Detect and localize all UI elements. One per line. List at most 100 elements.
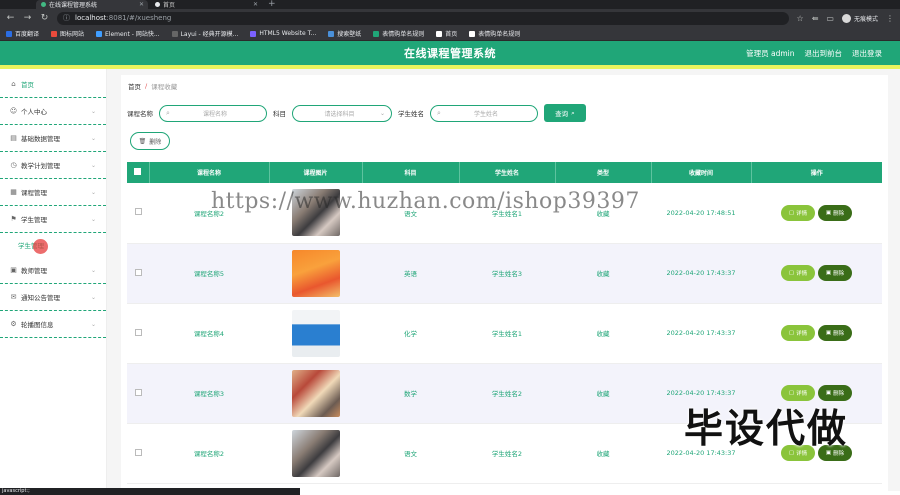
course-image-cell xyxy=(269,243,362,304)
trash-icon: ▣ xyxy=(825,330,832,336)
course-icon: ▦ xyxy=(10,188,17,196)
col-course-name: 课程名称 xyxy=(149,162,270,183)
profile-button[interactable]: 无痕模式 xyxy=(841,13,878,23)
row-checkbox[interactable] xyxy=(134,268,142,276)
detail-label: 详情 xyxy=(796,451,808,457)
subject-cell: 语文 xyxy=(362,423,459,484)
detail-button[interactable]: ▢ 详情 xyxy=(781,204,815,221)
bookmark-item[interactable]: 搜索壁纸 xyxy=(328,29,361,38)
select-all-checkbox[interactable] xyxy=(134,168,142,175)
course-thumbnail[interactable] xyxy=(291,249,340,297)
bookmark-label: HTML5 Website T... xyxy=(259,30,317,37)
detail-button[interactable]: ▢ 详情 xyxy=(781,445,815,461)
detail-button[interactable]: ▢ 详情 xyxy=(781,325,815,341)
breadcrumb-home[interactable]: 首页 xyxy=(128,81,141,91)
tab-title: 首页 xyxy=(163,2,176,9)
forward-icon[interactable]: → xyxy=(23,13,32,23)
address-bar[interactable]: ⓘ localhost:8081/#/xuesheng xyxy=(57,11,789,25)
student-name-label: 学生姓名 xyxy=(398,110,424,118)
new-tab-icon[interactable]: + xyxy=(268,0,276,9)
reload-icon[interactable]: ↻ xyxy=(40,13,49,23)
home-site-icon xyxy=(436,30,443,37)
wallpaper-icon xyxy=(328,30,335,37)
student-name-input[interactable]: ⌕ 学生姓名 xyxy=(430,104,538,122)
course-name-placeholder: 课程名称 xyxy=(202,110,227,118)
query-button[interactable]: 查询 ⌕ xyxy=(544,104,586,122)
database-icon: ▤ xyxy=(10,134,17,142)
sidebar-item-label: 个人中心 xyxy=(21,108,47,116)
back-to-front-link[interactable]: 退出到前台 xyxy=(805,48,843,59)
sidebar-item-label: 轮播图信息 xyxy=(21,321,54,329)
detail-button[interactable]: ▢ 详情 xyxy=(781,265,815,281)
sidebar-item-database[interactable]: ▤ 基础数据管理 ⌄ xyxy=(0,125,106,152)
chevron-down-icon: ⌄ xyxy=(90,107,96,115)
select-cell xyxy=(127,243,149,304)
student-name-cell: 学生姓名1 xyxy=(459,183,555,244)
student-name-placeholder: 学生姓名 xyxy=(473,110,498,118)
delete-label: 删除 xyxy=(833,451,845,457)
course-thumbnail[interactable] xyxy=(291,429,340,477)
star-icon[interactable]: ☆ xyxy=(797,14,804,23)
bookmark-item[interactable]: 百度翻译 xyxy=(6,29,39,38)
subject-select[interactable]: 请选择科目 ⌄ xyxy=(292,104,392,122)
bookmark-item[interactable]: Element - 网站快... xyxy=(96,29,160,38)
info-icon[interactable]: ⓘ xyxy=(63,13,70,23)
course-image-cell xyxy=(269,303,362,364)
col-student-name: 学生姓名 xyxy=(459,162,556,183)
sidebar-item-carousel[interactable]: ⚙ 轮播图信息 ⌄ xyxy=(0,311,106,338)
browser-tab[interactable]: 首页 ✕ xyxy=(150,0,262,9)
flag-icon: ⚑ xyxy=(10,215,17,223)
extension-icon[interactable]: ⇚ xyxy=(812,14,819,23)
row-checkbox[interactable] xyxy=(134,208,142,216)
course-thumbnail[interactable] xyxy=(291,309,340,357)
course-name-cell: 课程名称3 xyxy=(149,363,269,424)
logout-link[interactable]: 退出登录 xyxy=(852,48,882,59)
table-row: 课程名称2 语文 学生姓名1 收藏 2022-04-20 17:48:51 ▢ 详情 ▣ 删除 xyxy=(127,183,882,244)
back-icon[interactable]: ← xyxy=(6,13,15,23)
chevron-down-icon: ⌄ xyxy=(90,320,96,328)
breadcrumb-current: 课程收藏 xyxy=(151,83,178,91)
bookmark-item[interactable]: 表情购单名规则 xyxy=(373,29,424,38)
course-thumbnail[interactable] xyxy=(291,369,340,417)
menu-icon[interactable]: ⋮ xyxy=(886,14,894,23)
bookmark-label: 表情购单名规则 xyxy=(382,31,425,38)
delete-button[interactable]: ▣ 删除 xyxy=(818,325,852,341)
layui-icon xyxy=(171,30,178,37)
select-cell xyxy=(127,363,149,424)
subject-placeholder: 请选择科目 xyxy=(324,110,355,118)
student-name-cell: 学生姓名2 xyxy=(459,363,555,424)
bookmark-item[interactable]: 首页 xyxy=(436,29,457,38)
batch-delete-button[interactable]: 🗑 删除 xyxy=(130,132,170,150)
course-name-input[interactable]: ⌕ 课程名称 xyxy=(159,104,267,122)
user-icon: ☺ xyxy=(9,107,18,115)
course-thumbnail[interactable] xyxy=(291,189,340,237)
bookmark-item[interactable]: 表情购单名规则 xyxy=(469,29,520,38)
sidebar-item-course[interactable]: ▦ 课程管理 ⌄ xyxy=(0,179,106,206)
bookmark-item[interactable]: 图标网站 xyxy=(51,29,84,38)
row-checkbox[interactable] xyxy=(134,328,142,336)
sidebar-item-home[interactable]: ⌂ 首页 xyxy=(0,71,106,98)
row-checkbox[interactable] xyxy=(134,448,142,456)
delete-button[interactable]: ▣ 删除 xyxy=(818,265,852,281)
delete-button[interactable]: ▣ 删除 xyxy=(818,204,852,221)
row-checkbox[interactable] xyxy=(134,388,142,396)
bookmark-item[interactable]: Layui - 经典开源模... xyxy=(171,29,238,38)
course-name-cell: 课程名称2 xyxy=(149,423,269,484)
close-icon[interactable]: ✕ xyxy=(253,1,258,8)
browser-tab-active[interactable]: 在线课程管理系统 ✕ xyxy=(36,0,148,9)
table-row: 课程名称2 语文 学生姓名2 收藏 2022-04-20 17:43:37 ▢ 详情 ▣ 删除 xyxy=(127,423,882,484)
delete-button[interactable]: ▣ 删除 xyxy=(818,385,852,401)
detail-button[interactable]: ▢ 详情 xyxy=(781,385,815,401)
close-icon[interactable]: ✕ xyxy=(139,1,144,8)
delete-button[interactable]: ▣ 删除 xyxy=(818,445,852,461)
bookmark-item[interactable]: HTML5 Website T... xyxy=(250,30,316,37)
sidebar-item-teacher[interactable]: ▣ 教师管理 ⌄ xyxy=(0,257,106,284)
sidebar-item-notice[interactable]: ✉ 通知公告管理 ⌄ xyxy=(0,284,106,311)
course-name-cell: 课程名称2 xyxy=(149,183,269,244)
bookmark-label: 搜索壁纸 xyxy=(337,31,362,38)
sidebar-subitem-student-management[interactable]: 学生管理 xyxy=(0,233,106,257)
sidebar-item-user[interactable]: ☺ 个人中心 ⌄ xyxy=(0,98,106,125)
sidepanel-icon[interactable]: ▭ xyxy=(826,14,834,23)
sidebar-item-flag[interactable]: ⚑ 学生管理 ⌄ xyxy=(0,206,106,233)
sidebar-item-plan[interactable]: ◷ 教学计划管理 ⌄ xyxy=(0,152,106,179)
